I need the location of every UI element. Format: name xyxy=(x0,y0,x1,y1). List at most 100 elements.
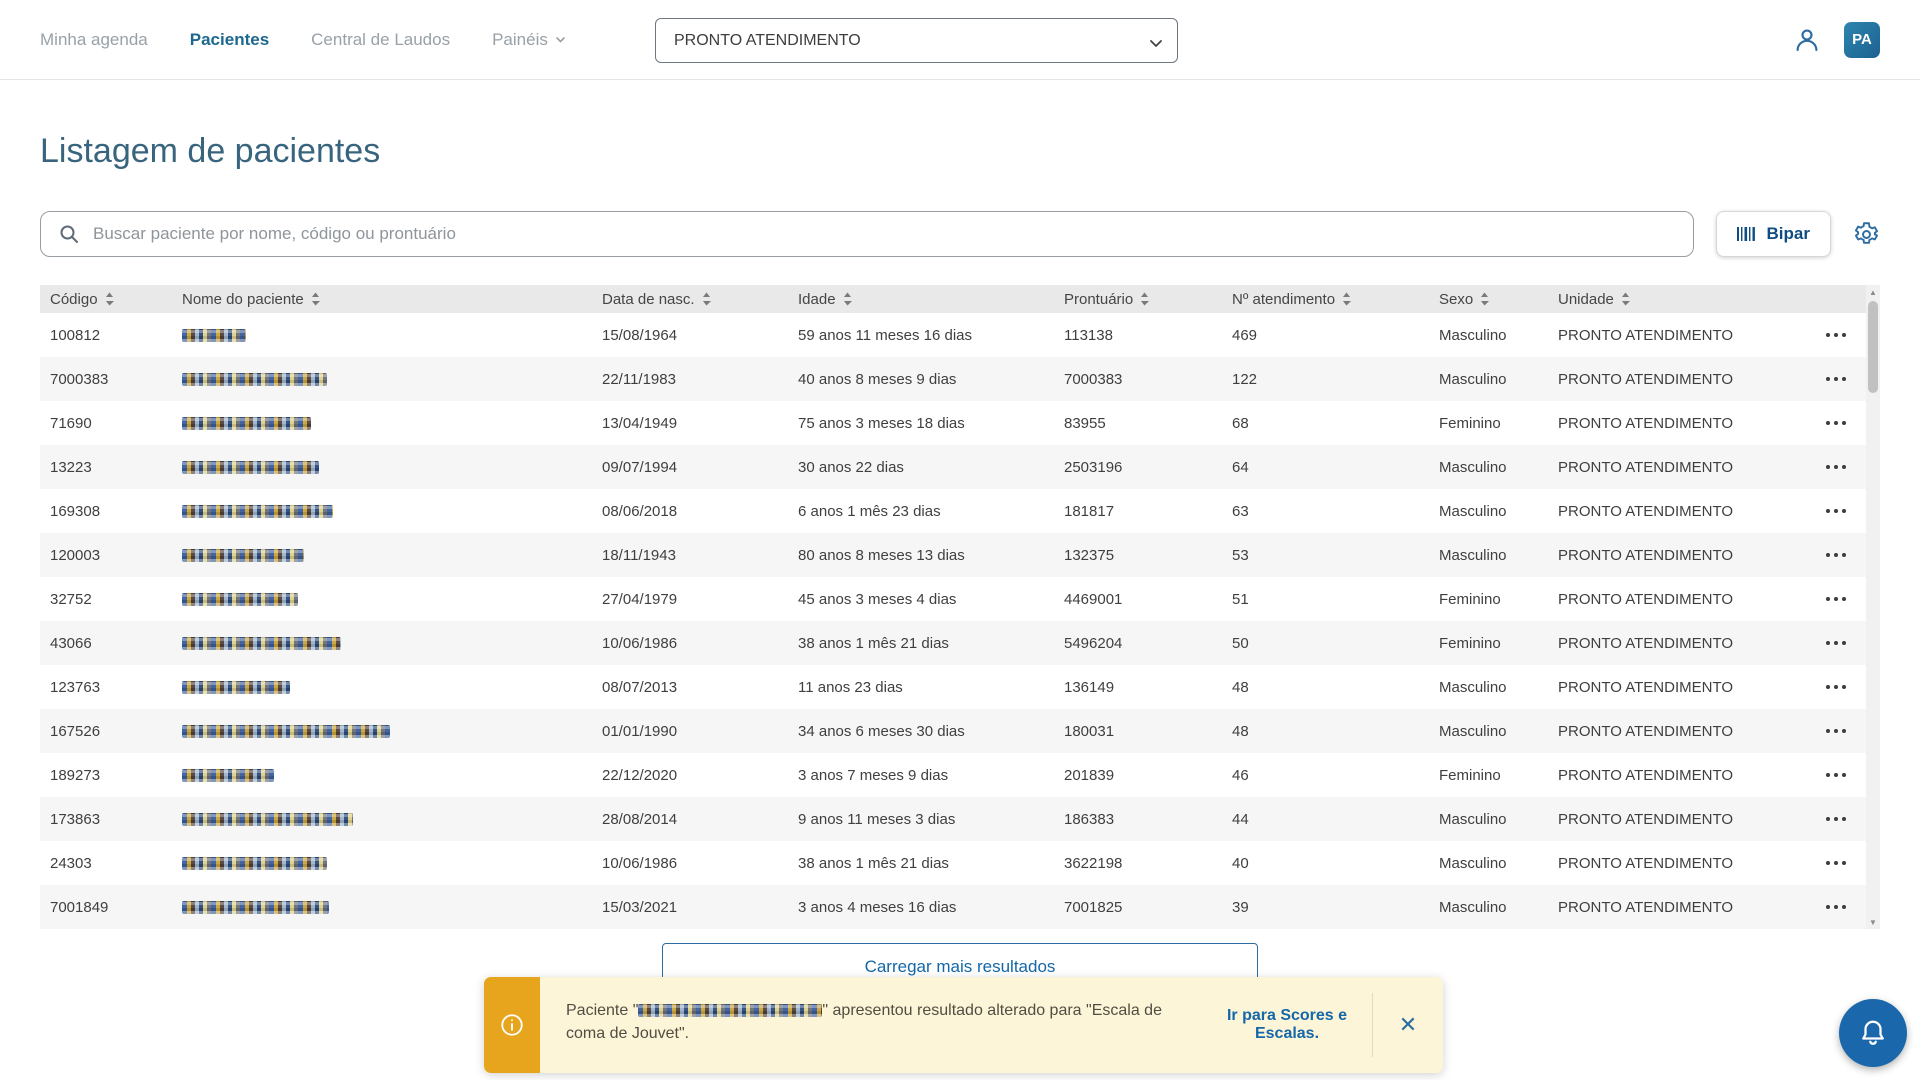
cell-idade: 6 anos 1 mês 23 dias xyxy=(788,503,1054,520)
row-menu-icon[interactable] xyxy=(1806,323,1866,347)
unit-select[interactable]: PRONTO ATENDIMENTO xyxy=(655,18,1178,63)
scroll-up-arrow[interactable]: ▲ xyxy=(1866,285,1880,299)
user-icon[interactable] xyxy=(1792,25,1822,55)
column-header-5[interactable]: Nº atendimento xyxy=(1222,291,1429,308)
sort-icon[interactable] xyxy=(1140,292,1149,306)
table-row[interactable]: 700038322/11/198340 anos 8 meses 9 dias7… xyxy=(40,357,1866,401)
table-row[interactable]: 12376308/07/201311 anos 23 dias13614948M… xyxy=(40,665,1866,709)
close-icon[interactable]: ✕ xyxy=(1373,977,1443,1073)
column-header-2[interactable]: Data de nasc. xyxy=(592,291,788,308)
top-nav: Minha agenda Pacientes Central de Laudos… xyxy=(0,0,1920,80)
column-header-6[interactable]: Sexo xyxy=(1429,291,1548,308)
row-menu-icon[interactable] xyxy=(1806,367,1866,391)
notifications-fab[interactable] xyxy=(1839,999,1907,1067)
row-menu-icon[interactable] xyxy=(1806,719,1866,743)
column-header-1[interactable]: Nome do paciente xyxy=(172,291,592,308)
nav-item-minha-agenda[interactable]: Minha agenda xyxy=(40,30,148,50)
cell-codigo: 173863 xyxy=(40,811,172,828)
cell-sexo: Masculino xyxy=(1429,811,1548,828)
nav-item-paineis[interactable]: Painéis xyxy=(492,30,566,50)
column-header-7[interactable]: Unidade xyxy=(1548,291,1806,308)
row-menu-icon[interactable] xyxy=(1806,499,1866,523)
search-input[interactable] xyxy=(40,211,1694,257)
cell-actions xyxy=(1806,543,1866,567)
column-header-4[interactable]: Prontuário xyxy=(1054,291,1222,308)
app-window: Minha agenda Pacientes Central de Laudos… xyxy=(0,0,1920,1080)
row-menu-icon[interactable] xyxy=(1806,895,1866,919)
cell-codigo: 169308 xyxy=(40,503,172,520)
redacted-patient-name xyxy=(182,329,246,342)
row-menu-icon[interactable] xyxy=(1806,631,1866,655)
nav-item-pacientes[interactable]: Pacientes xyxy=(190,30,269,50)
table-row[interactable]: 17386328/08/20149 anos 11 meses 3 dias18… xyxy=(40,797,1866,841)
bell-icon xyxy=(1858,1018,1888,1048)
cell-codigo: 7000383 xyxy=(40,371,172,388)
scrollbar-thumb[interactable] xyxy=(1868,301,1878,393)
cell-sexo: Masculino xyxy=(1429,679,1548,696)
redacted-patient-name xyxy=(638,1004,822,1017)
bipar-button[interactable]: Bipar xyxy=(1716,211,1831,257)
table-row[interactable]: 700184915/03/20213 anos 4 meses 16 dias7… xyxy=(40,885,1866,929)
table-row[interactable]: 10081215/08/196459 anos 11 meses 16 dias… xyxy=(40,313,1866,357)
sort-icon[interactable] xyxy=(1480,292,1489,306)
toast-scores-link[interactable]: Ir para Scores e Escalas. xyxy=(1210,1007,1364,1043)
table-row[interactable]: 16752601/01/199034 anos 6 meses 30 dias1… xyxy=(40,709,1866,753)
row-menu-icon[interactable] xyxy=(1806,587,1866,611)
cell-unidade: PRONTO ATENDIMENTO xyxy=(1548,371,1806,388)
cell-idade: 38 anos 1 mês 21 dias xyxy=(788,855,1054,872)
cell-codigo: 13223 xyxy=(40,459,172,476)
cell-data-nasc: 22/11/1983 xyxy=(592,371,788,388)
cell-prontuario: 113138 xyxy=(1054,327,1222,344)
nav-item-central-de-laudos[interactable]: Central de Laudos xyxy=(311,30,450,50)
table-row[interactable]: 169308 08/06/20186 anos 1 mês 23 dias1818… xyxy=(40,489,1866,533)
cell-prontuario: 132375 xyxy=(1054,547,1222,564)
cell-data-nasc: 08/06/2018 xyxy=(592,503,788,520)
sort-icon[interactable] xyxy=(843,292,852,306)
settings-gear-icon[interactable] xyxy=(1853,221,1880,248)
table-row[interactable]: 4306610/06/198638 anos 1 mês 21 dias5496… xyxy=(40,621,1866,665)
sort-icon[interactable] xyxy=(1342,292,1351,306)
avatar[interactable]: PA xyxy=(1844,22,1880,58)
cell-unidade: PRONTO ATENDIMENTO xyxy=(1548,723,1806,740)
cell-atendimento: 48 xyxy=(1222,723,1429,740)
cell-codigo: 32752 xyxy=(40,591,172,608)
cell-prontuario: 2503196 xyxy=(1054,459,1222,476)
cell-prontuario: 186383 xyxy=(1054,811,1222,828)
cell-atendimento: 469 xyxy=(1222,327,1429,344)
table-row[interactable]: 3275227/04/197945 anos 3 meses 4 dias446… xyxy=(40,577,1866,621)
cell-codigo: 71690 xyxy=(40,415,172,432)
column-header-0[interactable]: Código xyxy=(40,291,172,308)
table-scrollbar[interactable]: ▲ ▼ xyxy=(1866,285,1880,929)
table-row[interactable]: 12000318/11/194380 anos 8 meses 13 dias1… xyxy=(40,533,1866,577)
row-menu-icon[interactable] xyxy=(1806,411,1866,435)
sort-icon[interactable] xyxy=(1621,292,1630,306)
column-header-3[interactable]: Idade xyxy=(788,291,1054,308)
scroll-down-arrow[interactable]: ▼ xyxy=(1866,915,1880,929)
cell-idade: 34 anos 6 meses 30 dias xyxy=(788,723,1054,740)
cell-idade: 9 anos 11 meses 3 dias xyxy=(788,811,1054,828)
row-menu-icon[interactable] xyxy=(1806,807,1866,831)
cell-atendimento: 40 xyxy=(1222,855,1429,872)
redacted-patient-name xyxy=(182,681,290,694)
cell-actions xyxy=(1806,367,1866,391)
cell-unidade: PRONTO ATENDIMENTO xyxy=(1548,547,1806,564)
row-menu-icon[interactable] xyxy=(1806,675,1866,699)
row-menu-icon[interactable] xyxy=(1806,763,1866,787)
table-row[interactable]: 2430310/06/198638 anos 1 mês 21 dias3622… xyxy=(40,841,1866,885)
table-row[interactable]: 1322309/07/199430 anos 22 dias250319664M… xyxy=(40,445,1866,489)
cell-atendimento: 51 xyxy=(1222,591,1429,608)
cell-codigo: 189273 xyxy=(40,767,172,784)
main-content: Listagem de pacientes Bipar xyxy=(0,132,1920,991)
table-row[interactable]: 7169013/04/194975 anos 3 meses 18 dias83… xyxy=(40,401,1866,445)
page-title: Listagem de pacientes xyxy=(40,132,1880,171)
cell-prontuario: 181817 xyxy=(1054,503,1222,520)
row-menu-icon[interactable] xyxy=(1806,851,1866,875)
sort-icon[interactable] xyxy=(105,292,114,306)
sort-icon[interactable] xyxy=(702,292,711,306)
cell-actions xyxy=(1806,587,1866,611)
table-row[interactable]: 18927322/12/20203 anos 7 meses 9 dias201… xyxy=(40,753,1866,797)
redacted-patient-name xyxy=(182,593,298,606)
row-menu-icon[interactable] xyxy=(1806,543,1866,567)
sort-icon[interactable] xyxy=(311,292,320,306)
row-menu-icon[interactable] xyxy=(1806,455,1866,479)
